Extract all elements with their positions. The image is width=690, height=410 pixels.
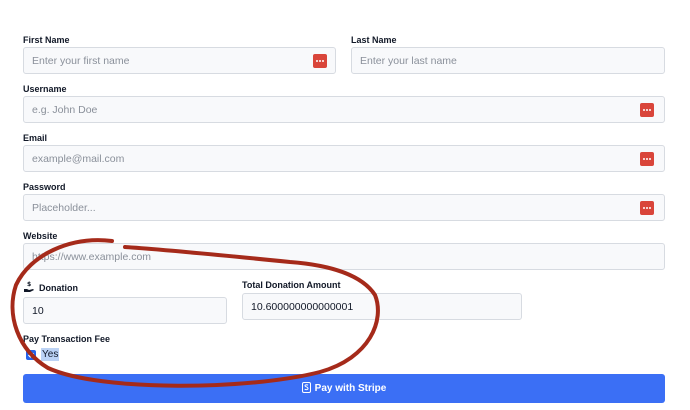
transaction-fee-option-label[interactable]: Yes (41, 348, 60, 361)
svg-text:$: $ (27, 281, 31, 288)
transaction-fee-checkbox[interactable] (26, 350, 36, 360)
password-manager-icon[interactable] (313, 54, 327, 68)
first-name-label: First Name (23, 35, 70, 45)
pay-with-stripe-button[interactable]: Pay with Stripe (23, 374, 665, 403)
donation-hand-icon: $ (23, 280, 35, 295)
transaction-fee-label: Pay Transaction Fee (23, 334, 111, 344)
stripe-icon (301, 381, 311, 396)
username-input[interactable] (23, 96, 665, 123)
password-label: Password (23, 182, 66, 192)
website-input[interactable] (23, 243, 665, 270)
total-donation-input[interactable] (242, 293, 522, 320)
website-label: Website (23, 231, 58, 241)
password-manager-icon[interactable] (640, 103, 654, 117)
total-donation-label: Total Donation Amount (242, 280, 341, 290)
password-manager-icon[interactable] (640, 152, 654, 166)
email-label: Email (23, 133, 48, 143)
username-label: Username (23, 84, 67, 94)
donation-label: $ Donation (23, 280, 78, 295)
pay-button-label: Pay with Stripe (314, 383, 387, 394)
last-name-input[interactable] (351, 47, 665, 74)
first-name-input[interactable] (23, 47, 336, 74)
last-name-label: Last Name (351, 35, 397, 45)
password-manager-icon[interactable] (640, 201, 654, 215)
donation-input[interactable] (23, 297, 227, 324)
password-input[interactable] (23, 194, 665, 221)
email-input[interactable] (23, 145, 665, 172)
